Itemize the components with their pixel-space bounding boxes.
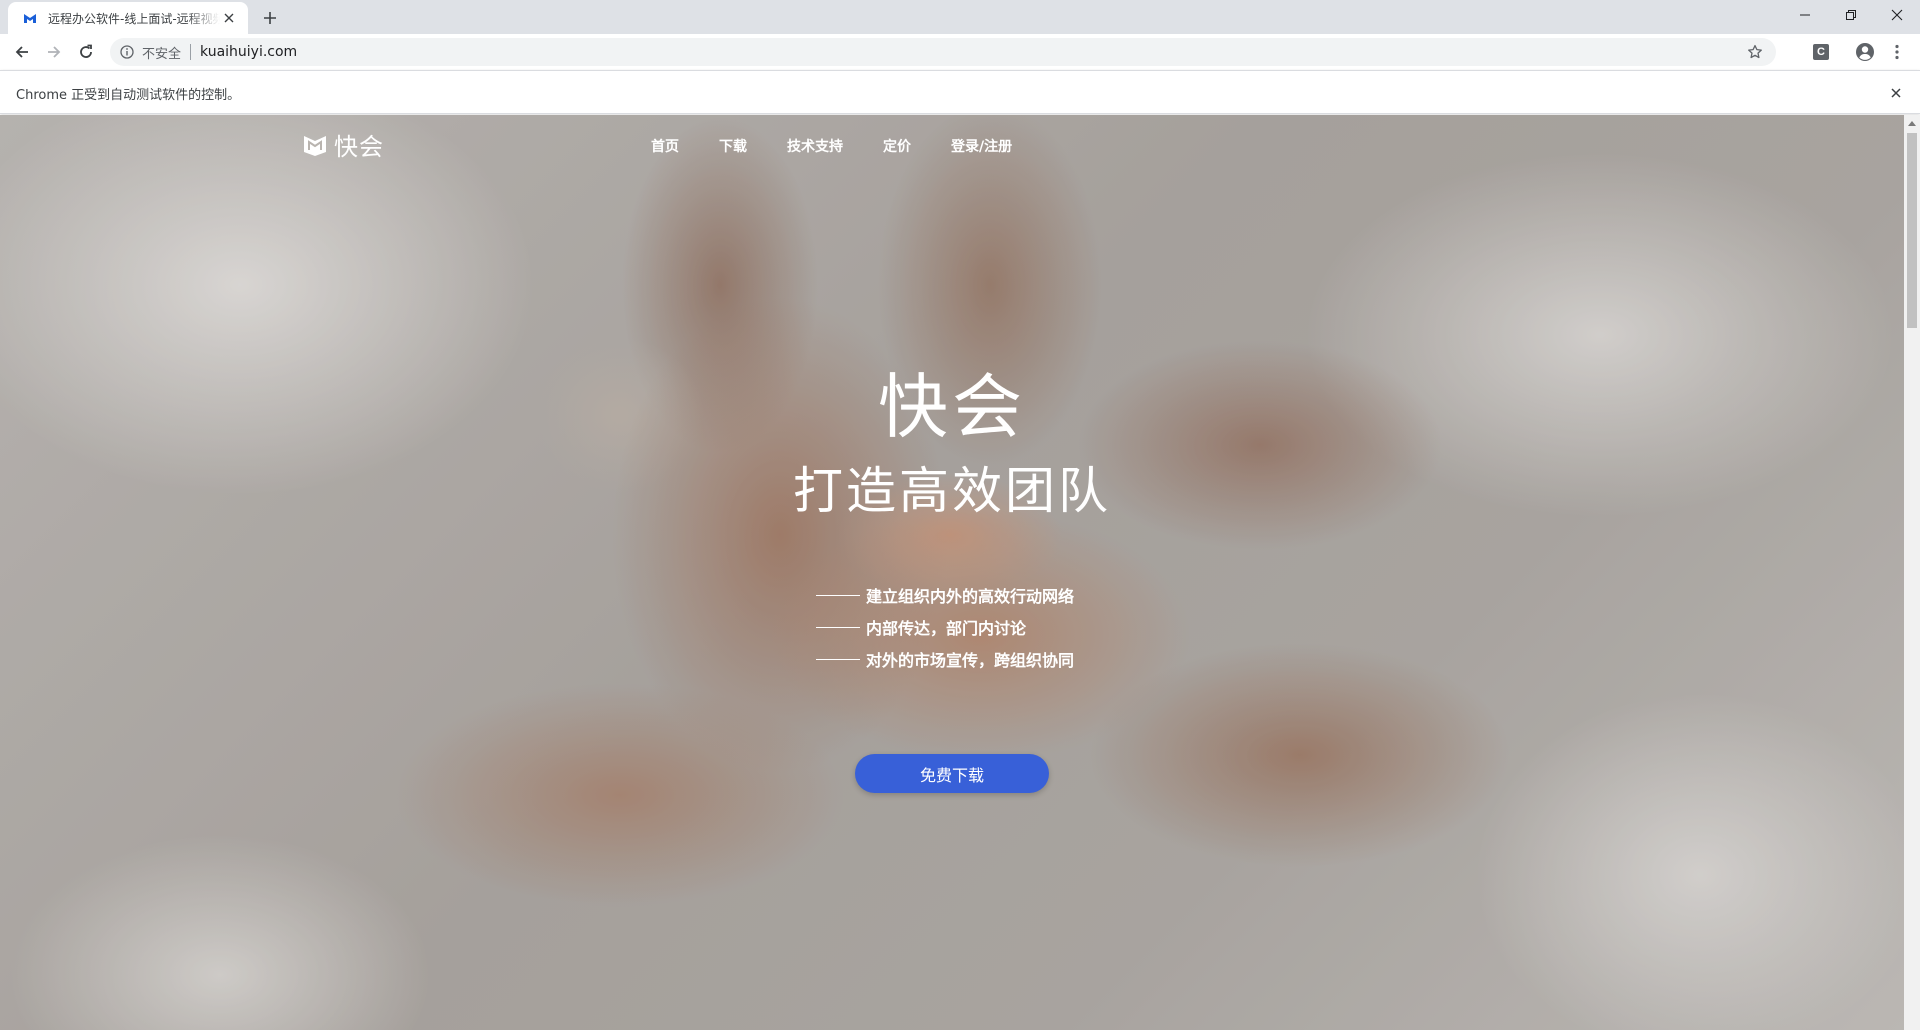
infobar-message: Chrome 正受到自动测试软件的控制。 [16, 88, 241, 103]
close-window-button[interactable] [1874, 0, 1920, 30]
infobar-close-icon[interactable] [1886, 83, 1906, 103]
back-button[interactable] [8, 38, 36, 66]
nav-home[interactable]: 首页 [651, 136, 679, 156]
menu-button[interactable] [1885, 40, 1909, 64]
nav-download[interactable]: 下载 [719, 136, 747, 156]
minimize-icon [1800, 14, 1810, 16]
arrow-left-icon [15, 46, 28, 58]
address-bar[interactable]: 不安全 kuaihuiyi.com [110, 38, 1776, 66]
feature-item: 内部传达，部门内讨论 [816, 611, 1236, 643]
feature-dash [816, 626, 860, 628]
nav-support[interactable]: 技术支持 [787, 136, 843, 156]
profile-button[interactable] [1853, 40, 1877, 64]
feature-text: 对外的市场宣传，跨组织协同 [866, 651, 1075, 670]
forward-button[interactable] [40, 38, 68, 66]
account-circle-icon [1856, 43, 1874, 61]
automation-infobar: Chrome 正受到自动测试软件的控制。 [0, 70, 1920, 114]
reload-button[interactable] [72, 38, 100, 66]
restore-icon [1846, 10, 1856, 20]
reload-icon [80, 44, 92, 58]
hero-title: 快会 [878, 366, 1026, 448]
scroll-up-arrow-icon[interactable] [1904, 115, 1920, 131]
feature-text: 内部传达，部门内讨论 [866, 619, 1027, 638]
bookmark-star-icon[interactable] [1746, 43, 1764, 61]
browser-tabstrip: 远程办公软件-线上面试-远程视频会议 [0, 0, 1920, 34]
tab-close-icon[interactable] [220, 9, 238, 27]
more-vert-icon [1895, 44, 1899, 60]
kuaihui-favicon-icon [22, 10, 38, 26]
restore-button[interactable] [1828, 0, 1874, 30]
url-text[interactable]: kuaihuiyi.com [200, 44, 297, 60]
hero-section: 快会 首页 下载 技术支持 定价 登录/注册 快会 打造高效团队 建立组织内外的… [0, 115, 1904, 1030]
extension-button[interactable]: C [1809, 40, 1833, 64]
address-separator [190, 44, 192, 60]
feature-list: 建立组织内外的高效行动网络 内部传达，部门内讨论 对外的市场宣传，跨组织协同 [816, 579, 1236, 675]
feature-item: 建立组织内外的高效行动网络 [816, 579, 1236, 611]
browser-toolbar: 不安全 kuaihuiyi.com C [0, 34, 1920, 70]
site-nav: 首页 下载 技术支持 定价 登录/注册 [0, 136, 1904, 156]
info-icon[interactable] [118, 43, 136, 61]
hero-subtitle: 打造高效团队 [793, 462, 1111, 520]
nav-pricing[interactable]: 定价 [883, 136, 911, 156]
minimize-button[interactable] [1782, 0, 1828, 30]
plus-icon [264, 12, 276, 24]
page-viewport: 快会 首页 下载 技术支持 定价 登录/注册 快会 打造高效团队 建立组织内外的… [0, 115, 1920, 1030]
nav-login-register[interactable]: 登录/注册 [951, 136, 1012, 156]
feature-dash [816, 658, 860, 660]
page-scrollbar[interactable] [1904, 115, 1920, 1030]
extension-icon: C [1813, 44, 1829, 60]
scrollbar-thumb[interactable] [1907, 133, 1917, 328]
browser-tab[interactable]: 远程办公软件-线上面试-远程视频会议 [8, 2, 248, 34]
feature-item: 对外的市场宣传，跨组织协同 [816, 643, 1236, 675]
feature-text: 建立组织内外的高效行动网络 [866, 587, 1075, 606]
new-tab-button[interactable] [258, 6, 282, 30]
security-label[interactable]: 不安全 [142, 43, 181, 62]
feature-dash [816, 594, 860, 596]
close-icon [1891, 9, 1903, 21]
hero-background-overlay [0, 115, 1904, 1030]
arrow-right-icon [48, 46, 61, 58]
tab-title: 远程办公软件-线上面试-远程视频会议 [48, 11, 220, 26]
free-download-button[interactable]: 免费下载 [855, 754, 1049, 793]
